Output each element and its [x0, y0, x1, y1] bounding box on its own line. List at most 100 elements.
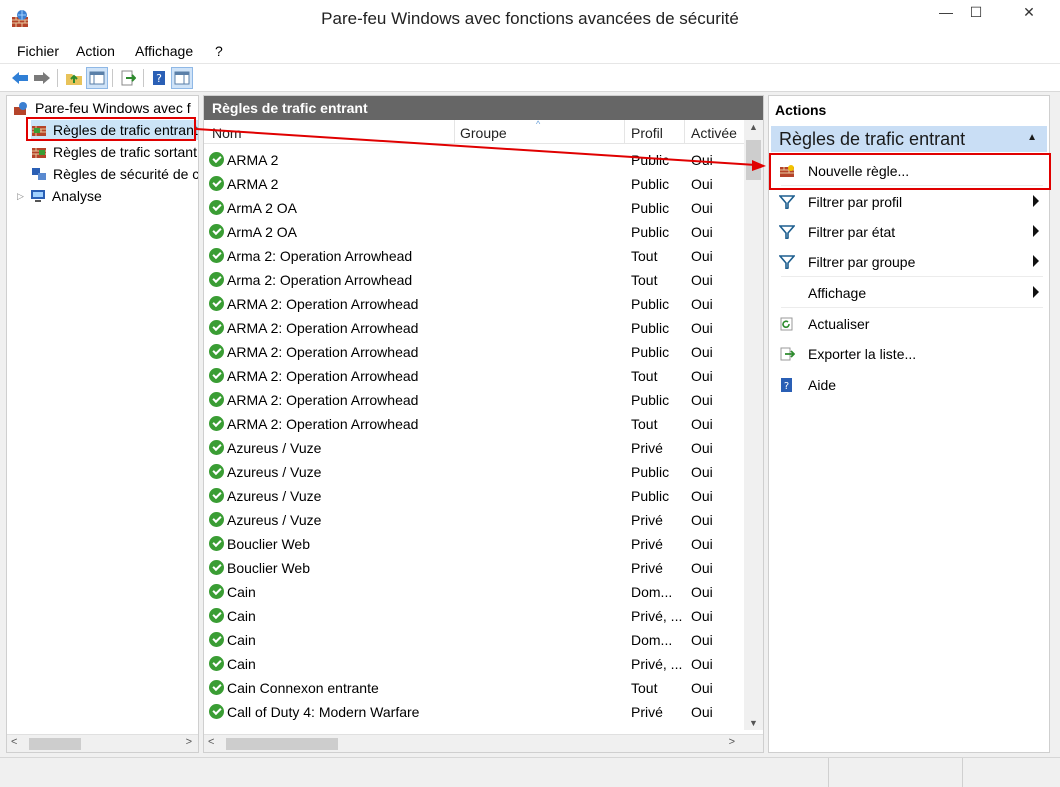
enabled-check-icon — [209, 584, 224, 599]
table-row[interactable]: Arma 2: Operation Arrowhead Tout Oui — [204, 269, 744, 293]
rule-name: Call of Duty 4: Modern Warfare — [227, 704, 420, 720]
table-row[interactable]: Cain Dom... Oui — [204, 581, 744, 605]
rule-name: Arma 2: Operation Arrowhead — [227, 272, 413, 288]
forward-arrow-icon[interactable] — [31, 67, 53, 89]
back-arrow-icon[interactable] — [9, 67, 31, 89]
enabled-check-icon — [209, 512, 224, 527]
enabled-check-icon — [209, 416, 224, 431]
scroll-right-icon[interactable]: > — [729, 736, 735, 748]
scroll-thumb[interactable] — [746, 140, 761, 180]
expand-chevron-icon[interactable]: ▷ — [17, 191, 24, 202]
scroll-thumb[interactable] — [29, 738, 81, 750]
table-row[interactable]: Cain Dom... Oui — [204, 629, 744, 653]
rule-profil: Tout — [631, 680, 658, 696]
rule-activee: Oui — [691, 608, 713, 624]
table-row[interactable]: ARMA 2: Operation Arrowhead Tout Oui — [204, 365, 744, 389]
tree-item-connection-security[interactable]: Règles de sécurité de c — [31, 164, 199, 184]
maximize-button[interactable]: ☐ — [958, 4, 994, 26]
rule-activee: Oui — [691, 680, 713, 696]
show-hide-tree-icon[interactable] — [86, 67, 108, 89]
menu-fichier[interactable]: Fichier — [17, 43, 59, 59]
rule-name: Cain — [227, 584, 256, 600]
table-row[interactable]: Bouclier Web Privé Oui — [204, 557, 744, 581]
table-row[interactable]: ArmA 2 OA Public Oui — [204, 221, 744, 245]
action-affichage[interactable]: Affichage — [771, 278, 1047, 308]
table-row[interactable]: Bouclier Web Privé Oui — [204, 533, 744, 557]
scroll-left-icon[interactable]: < — [11, 736, 17, 748]
rule-name: ArmA 2 OA — [227, 200, 298, 216]
action-filtrer-par-tat[interactable]: Filtrer par état — [771, 217, 1047, 247]
table-row[interactable]: ARMA 2 Public Oui — [204, 173, 744, 197]
rules-horizontal-scrollbar[interactable]: < > — [204, 734, 763, 752]
rule-profil: Public — [631, 224, 670, 240]
table-row[interactable]: Azureus / Vuze Privé Oui — [204, 437, 744, 461]
window-title: Pare-feu Windows avec fonctions avancées… — [321, 9, 739, 28]
help-icon[interactable]: ? — [148, 67, 170, 89]
table-row[interactable]: Azureus / Vuze Public Oui — [204, 485, 744, 509]
toolbar: ? — [0, 64, 1060, 92]
tree-horizontal-scrollbar[interactable]: < > — [7, 734, 198, 752]
column-divider[interactable] — [624, 120, 625, 144]
table-row[interactable]: Arma 2: Operation Arrowhead Tout Oui — [204, 245, 744, 269]
actions-section-header[interactable]: Règles de trafic entrant ▲ — [771, 126, 1047, 152]
tree-item-label: Règles de sécurité de c — [53, 166, 199, 182]
rules-vertical-scrollbar[interactable]: ▲ ▼ — [744, 120, 763, 730]
table-row[interactable]: ARMA 2: Operation Arrowhead Tout Oui — [204, 413, 744, 437]
table-row[interactable]: ARMA 2 Public Oui — [204, 149, 744, 173]
enabled-check-icon — [209, 152, 224, 167]
column-header-profil[interactable]: Profil — [631, 125, 663, 141]
action-filtrer-par-groupe[interactable]: Filtrer par groupe — [771, 247, 1047, 277]
scroll-thumb[interactable] — [226, 738, 338, 750]
tree-item-inbound-rules[interactable]: Règles de trafic entrant — [31, 120, 198, 140]
tree-item-monitoring[interactable]: ▷ Analyse — [17, 186, 102, 206]
column-header-groupe[interactable]: Groupe — [460, 125, 507, 141]
menu-action[interactable]: Action — [76, 43, 115, 59]
rule-name: Azureus / Vuze — [227, 488, 322, 504]
export-icon[interactable] — [117, 67, 139, 89]
table-row[interactable]: ArmA 2 OA Public Oui — [204, 197, 744, 221]
table-row[interactable]: ARMA 2: Operation Arrowhead Public Oui — [204, 341, 744, 365]
close-button[interactable]: ✕ — [1004, 4, 1054, 26]
rule-activee: Oui — [691, 344, 713, 360]
rule-profil: Tout — [631, 416, 658, 432]
scroll-up-icon[interactable]: ▲ — [749, 122, 758, 132]
rule-profil: Public — [631, 320, 670, 336]
scroll-right-icon[interactable]: > — [186, 736, 192, 748]
action-nouvelle-r-gle[interactable]: Nouvelle règle... — [771, 156, 1047, 186]
table-row[interactable]: Azureus / Vuze Public Oui — [204, 461, 744, 485]
collapse-icon[interactable]: ▲ — [1027, 132, 1037, 143]
column-divider[interactable] — [454, 120, 455, 144]
rule-activee: Oui — [691, 224, 713, 240]
scroll-down-icon[interactable]: ▼ — [749, 718, 758, 728]
table-row[interactable]: Call of Duty 4: Modern Warfare Privé Oui — [204, 701, 744, 725]
rule-name: Azureus / Vuze — [227, 440, 322, 456]
rule-profil: Dom... — [631, 632, 673, 648]
rule-profil: Public — [631, 488, 670, 504]
tree-item-outbound-rules[interactable]: Règles de trafic sortant — [31, 142, 197, 162]
enabled-check-icon — [209, 488, 224, 503]
action-actualiser[interactable]: Actualiser — [771, 309, 1047, 339]
table-row[interactable]: Cain Privé, ... Oui — [204, 653, 744, 677]
rule-name: ARMA 2: Operation Arrowhead — [227, 344, 419, 360]
table-row[interactable]: ARMA 2: Operation Arrowhead Public Oui — [204, 389, 744, 413]
table-row[interactable]: ARMA 2: Operation Arrowhead Public Oui — [204, 317, 744, 341]
pane-title: Règles de trafic entrant — [204, 96, 763, 120]
table-row[interactable]: ARMA 2: Operation Arrowhead Public Oui — [204, 293, 744, 317]
up-folder-icon[interactable] — [63, 67, 85, 89]
menu-help[interactable]: ? — [215, 43, 223, 59]
table-row[interactable]: Azureus / Vuze Privé Oui — [204, 509, 744, 533]
separator — [781, 185, 1043, 186]
table-row[interactable]: Cain Privé, ... Oui — [204, 605, 744, 629]
tree-item-root[interactable]: Pare-feu Windows avec f — [13, 98, 191, 118]
column-header-activee[interactable]: Activée — [691, 125, 737, 141]
column-divider[interactable] — [684, 120, 685, 144]
action-pane-icon[interactable] — [171, 67, 193, 89]
column-header-nom[interactable]: Nom — [212, 125, 242, 141]
sort-ascending-icon: ^ — [536, 119, 541, 129]
action-exporter-la-liste[interactable]: Exporter la liste... — [771, 339, 1047, 369]
table-row[interactable]: Cain Connexon entrante Tout Oui — [204, 677, 744, 701]
action-filtrer-par-profil[interactable]: Filtrer par profil — [771, 187, 1047, 217]
action-aide[interactable]: ? Aide — [771, 370, 1047, 400]
menu-affichage[interactable]: Affichage — [135, 43, 193, 59]
scroll-left-icon[interactable]: < — [208, 736, 214, 748]
